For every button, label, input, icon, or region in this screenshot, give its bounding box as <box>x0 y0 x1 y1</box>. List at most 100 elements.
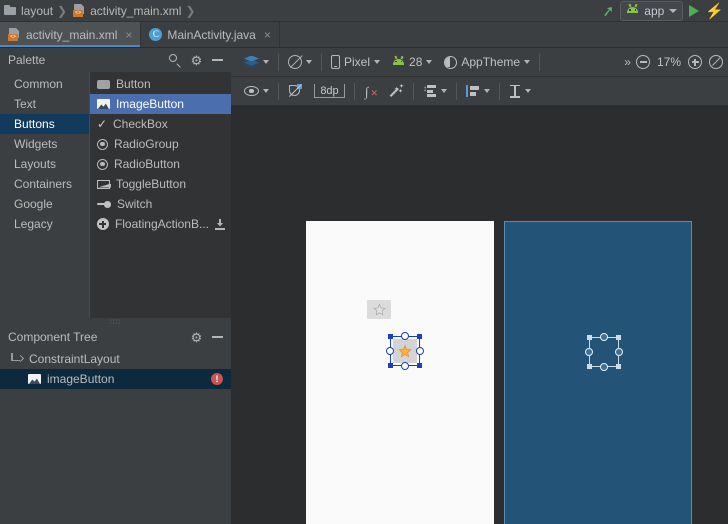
zoom-fit-icon[interactable] <box>709 55 723 69</box>
view-mode-selector[interactable] <box>238 55 275 69</box>
constraint-handle-right[interactable] <box>615 348 623 356</box>
zoom-in-icon[interactable] <box>688 55 702 69</box>
hammer-icon[interactable]: ➚ <box>601 1 615 20</box>
resize-handle-top-right[interactable] <box>417 334 422 339</box>
download-icon[interactable] <box>215 218 225 230</box>
device-selector[interactable]: Pixel <box>325 55 386 69</box>
button-widget-icon <box>96 79 110 89</box>
gear-icon[interactable]: ⚙ <box>190 54 203 67</box>
category-label: Buttons <box>14 117 55 131</box>
imagebutton-selected[interactable] <box>386 332 424 370</box>
palette-category-buttons[interactable]: Buttons <box>0 114 89 134</box>
imagebutton-surface <box>393 339 417 363</box>
align-selector[interactable] <box>460 85 496 98</box>
imagebutton-ghost[interactable] <box>367 300 391 319</box>
palette-item-checkbox[interactable]: ✓ CheckBox <box>90 114 231 134</box>
pack-selector[interactable]: ↕ <box>417 84 453 98</box>
zoom-out-icon[interactable] <box>635 55 650 69</box>
switch-widget-icon <box>96 200 111 208</box>
constraint-handle-bottom[interactable] <box>600 363 608 371</box>
tab-mainactivity-java[interactable]: C MainActivity.java × <box>141 22 280 47</box>
design-canvas[interactable] <box>231 106 728 524</box>
tree-node-label: ConstraintLayout <box>29 352 120 366</box>
pack-align-icon: ↕ <box>423 84 437 98</box>
palette-item-label: Button <box>115 77 151 91</box>
error-badge-icon[interactable]: ! <box>211 373 223 385</box>
android-studio-window: layout ❯ <> activity_main.xml ❯ ➚ app ⚡ … <box>0 0 728 524</box>
close-icon[interactable]: × <box>125 28 132 42</box>
palette-item-radiobutton[interactable]: RadioButton <box>90 154 231 174</box>
close-icon[interactable]: × <box>264 28 271 42</box>
default-margin-selector[interactable]: 8dp <box>308 84 351 98</box>
resize-handle-bottom-left[interactable] <box>388 363 393 368</box>
theme-selector[interactable]: AppTheme <box>438 55 536 69</box>
constraint-handle-top[interactable] <box>600 333 608 341</box>
constraint-handle-left[interactable] <box>585 348 593 356</box>
run-configuration-selector[interactable]: app <box>620 0 684 21</box>
palette-item-imagebutton[interactable]: ImageButton <box>89 94 231 114</box>
togglebutton-widget-icon <box>96 179 110 189</box>
resize-handle-top-left[interactable] <box>587 335 592 340</box>
palette-item-floatingactionbutton[interactable]: FloatingActionB... <box>90 214 231 234</box>
chevron-down-icon <box>263 89 269 93</box>
search-icon[interactable] <box>169 54 181 68</box>
overflow-chevrons-icon[interactable]: » <box>624 55 631 69</box>
chevron-down-icon <box>524 60 531 64</box>
constraint-handle-bottom[interactable] <box>401 362 409 370</box>
chevron-down-icon <box>525 89 531 93</box>
imagebutton-blueprint[interactable] <box>585 333 623 371</box>
run-configuration-label: app <box>644 3 665 18</box>
palette-item-button[interactable]: Button <box>90 74 231 94</box>
tab-activity-main-xml[interactable]: <> activity_main.xml × <box>0 22 142 47</box>
resize-handle-bottom-right[interactable] <box>616 364 621 369</box>
palette-item-label: FloatingActionB... <box>114 217 209 231</box>
palette-category-containers[interactable]: Containers <box>0 174 89 194</box>
visibility-selector[interactable] <box>238 86 275 96</box>
palette-item-togglebutton[interactable]: ToggleButton <box>90 174 231 194</box>
palette-category-text[interactable]: Text <box>0 94 89 114</box>
api-level-selector[interactable]: 28 <box>386 55 438 69</box>
device-preview-design[interactable] <box>306 221 494 524</box>
run-play-icon[interactable] <box>689 4 700 17</box>
resize-handle-top-left[interactable] <box>388 334 393 339</box>
palette-category-layouts[interactable]: Layouts <box>0 154 89 174</box>
palette-category-google[interactable]: Google <box>0 194 89 214</box>
palette-category-widgets[interactable]: Widgets <box>0 134 89 154</box>
minimize-icon[interactable] <box>212 336 223 338</box>
infer-constraints-button[interactable]: ✦ ✦ ✦ <box>384 84 410 98</box>
panel-splitter[interactable]: ∷∷ <box>0 318 231 326</box>
minimize-icon[interactable] <box>212 59 223 61</box>
gear-icon[interactable]: ⚙ <box>190 331 203 344</box>
autoconnect-toggle[interactable] <box>282 84 308 98</box>
guideline-icon <box>509 84 521 98</box>
palette-item-switch[interactable]: Switch <box>90 194 231 214</box>
magic-wand-icon: ✦ ✦ ✦ <box>389 84 404 98</box>
tree-node-imagebutton[interactable]: imageButton ! <box>0 369 231 389</box>
clear-constraints-button[interactable]: ∫ ✕ <box>358 84 384 99</box>
radiobutton-widget-icon <box>96 158 108 170</box>
constraint-handle-top[interactable] <box>401 332 409 340</box>
constraint-handle-left[interactable] <box>386 347 394 355</box>
zoom-controls: » 17% <box>624 55 728 69</box>
breadcrumb-item-layout[interactable]: layout <box>0 4 55 18</box>
palette-category-legacy[interactable]: Legacy <box>0 214 89 234</box>
constraint-handle-right[interactable] <box>416 347 424 355</box>
imagebutton-widget-icon <box>96 99 110 109</box>
debug-bolt-icon[interactable]: ⚡ <box>705 2 724 20</box>
breadcrumb-label: layout <box>21 3 54 18</box>
breadcrumb-item-activity-main[interactable]: <> activity_main.xml <box>69 4 183 18</box>
palette-item-label: ToggleButton <box>115 177 186 191</box>
resize-handle-bottom-left[interactable] <box>587 364 592 369</box>
resize-handle-bottom-right[interactable] <box>417 363 422 368</box>
palette-category-common[interactable]: Common <box>0 74 89 94</box>
resize-handle-top-right[interactable] <box>616 335 621 340</box>
guidelines-selector[interactable] <box>503 84 537 98</box>
chevron-down-icon <box>669 8 678 13</box>
toolbar-separator <box>456 82 457 100</box>
palette-item-radiogroup[interactable]: RadioGroup <box>90 134 231 154</box>
orientation-selector[interactable] <box>282 55 318 69</box>
tree-node-constraintlayout[interactable]: ConstraintLayout <box>0 349 231 369</box>
breadcrumb-separator: ❯ <box>185 3 196 18</box>
navigation-bar: layout ❯ <> activity_main.xml ❯ ➚ app ⚡ <box>0 0 728 22</box>
device-preview-blueprint[interactable] <box>504 221 692 524</box>
